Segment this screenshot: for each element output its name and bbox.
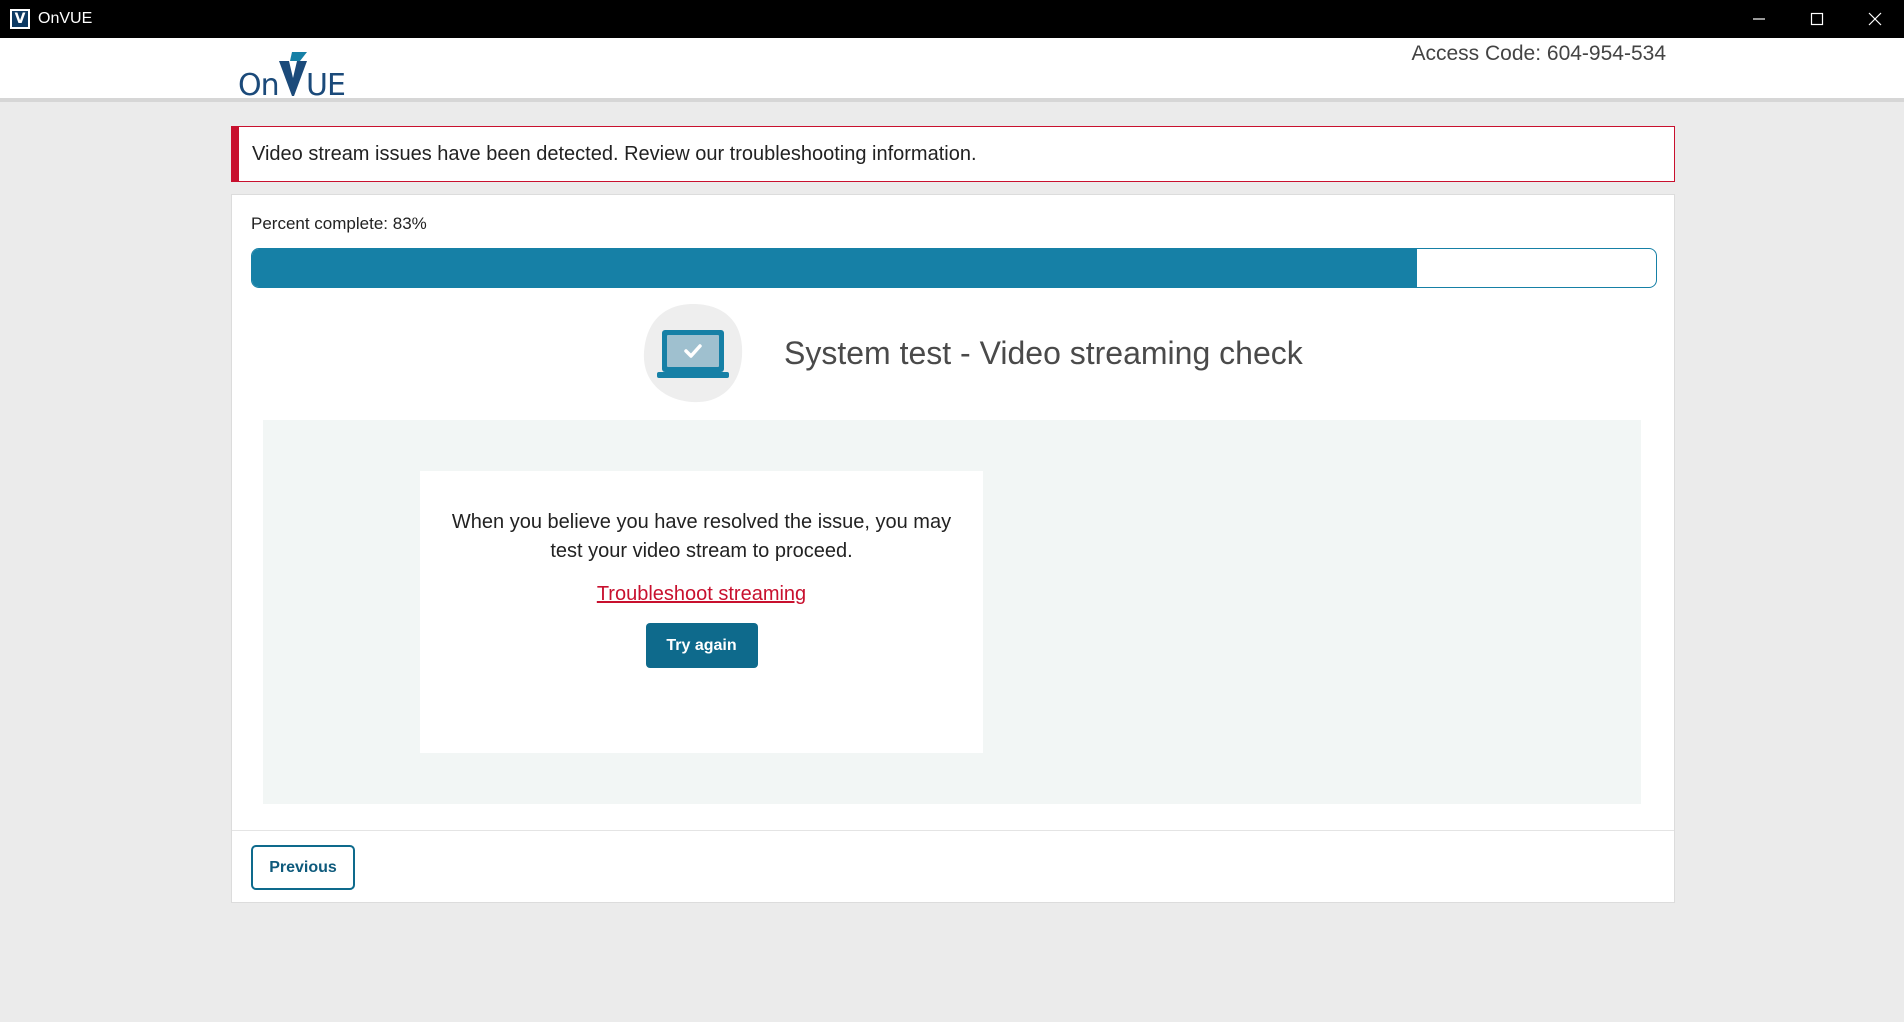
window-title: OnVUE [38,10,93,27]
onvue-logo: On UE [238,52,346,103]
alert-message: Video stream issues have been detected. … [252,142,977,165]
laptop-check-icon [643,304,743,403]
progress-bar [251,248,1657,288]
app-header: On UE Access Code: 604-954-534 [0,38,1904,103]
logo-ue-text: UE [306,68,346,103]
close-icon [1868,12,1882,26]
retry-message: When you believe you have resolved the i… [451,511,952,562]
error-alert: Video stream issues have been detected. … [231,126,1675,182]
step-title: System test - Video streaming check [784,334,1303,371]
close-button[interactable] [1846,0,1904,38]
step-header: System test - Video streaming check [640,300,1303,406]
retry-box: When you believe you have resolved the i… [420,471,983,753]
maximize-button[interactable] [1788,0,1846,38]
troubleshoot-streaming-link[interactable]: Troubleshoot streaming [597,583,806,606]
try-again-button[interactable]: Try again [645,623,758,668]
window-titlebar: V OnVUE [0,0,1904,38]
previous-button[interactable]: Previous [251,845,355,890]
minimize-button[interactable] [1730,0,1788,38]
minimize-icon [1753,18,1765,20]
main-card: Percent complete: 83% System test - Vide… [231,194,1675,903]
window-controls [1730,0,1904,38]
logo-v-icon [279,52,307,96]
access-code: Access Code: 604-954-534 [1411,42,1667,65]
app-icon-letter: V [12,11,28,27]
app-icon: V [10,9,30,29]
percent-complete-label: Percent complete: 83% [251,214,427,233]
footer-divider [232,830,1674,831]
maximize-icon [1810,12,1824,26]
logo-on-text: On [238,68,280,103]
progress-bar-fill [252,249,1418,287]
streaming-panel: When you believe you have resolved the i… [263,420,1641,804]
